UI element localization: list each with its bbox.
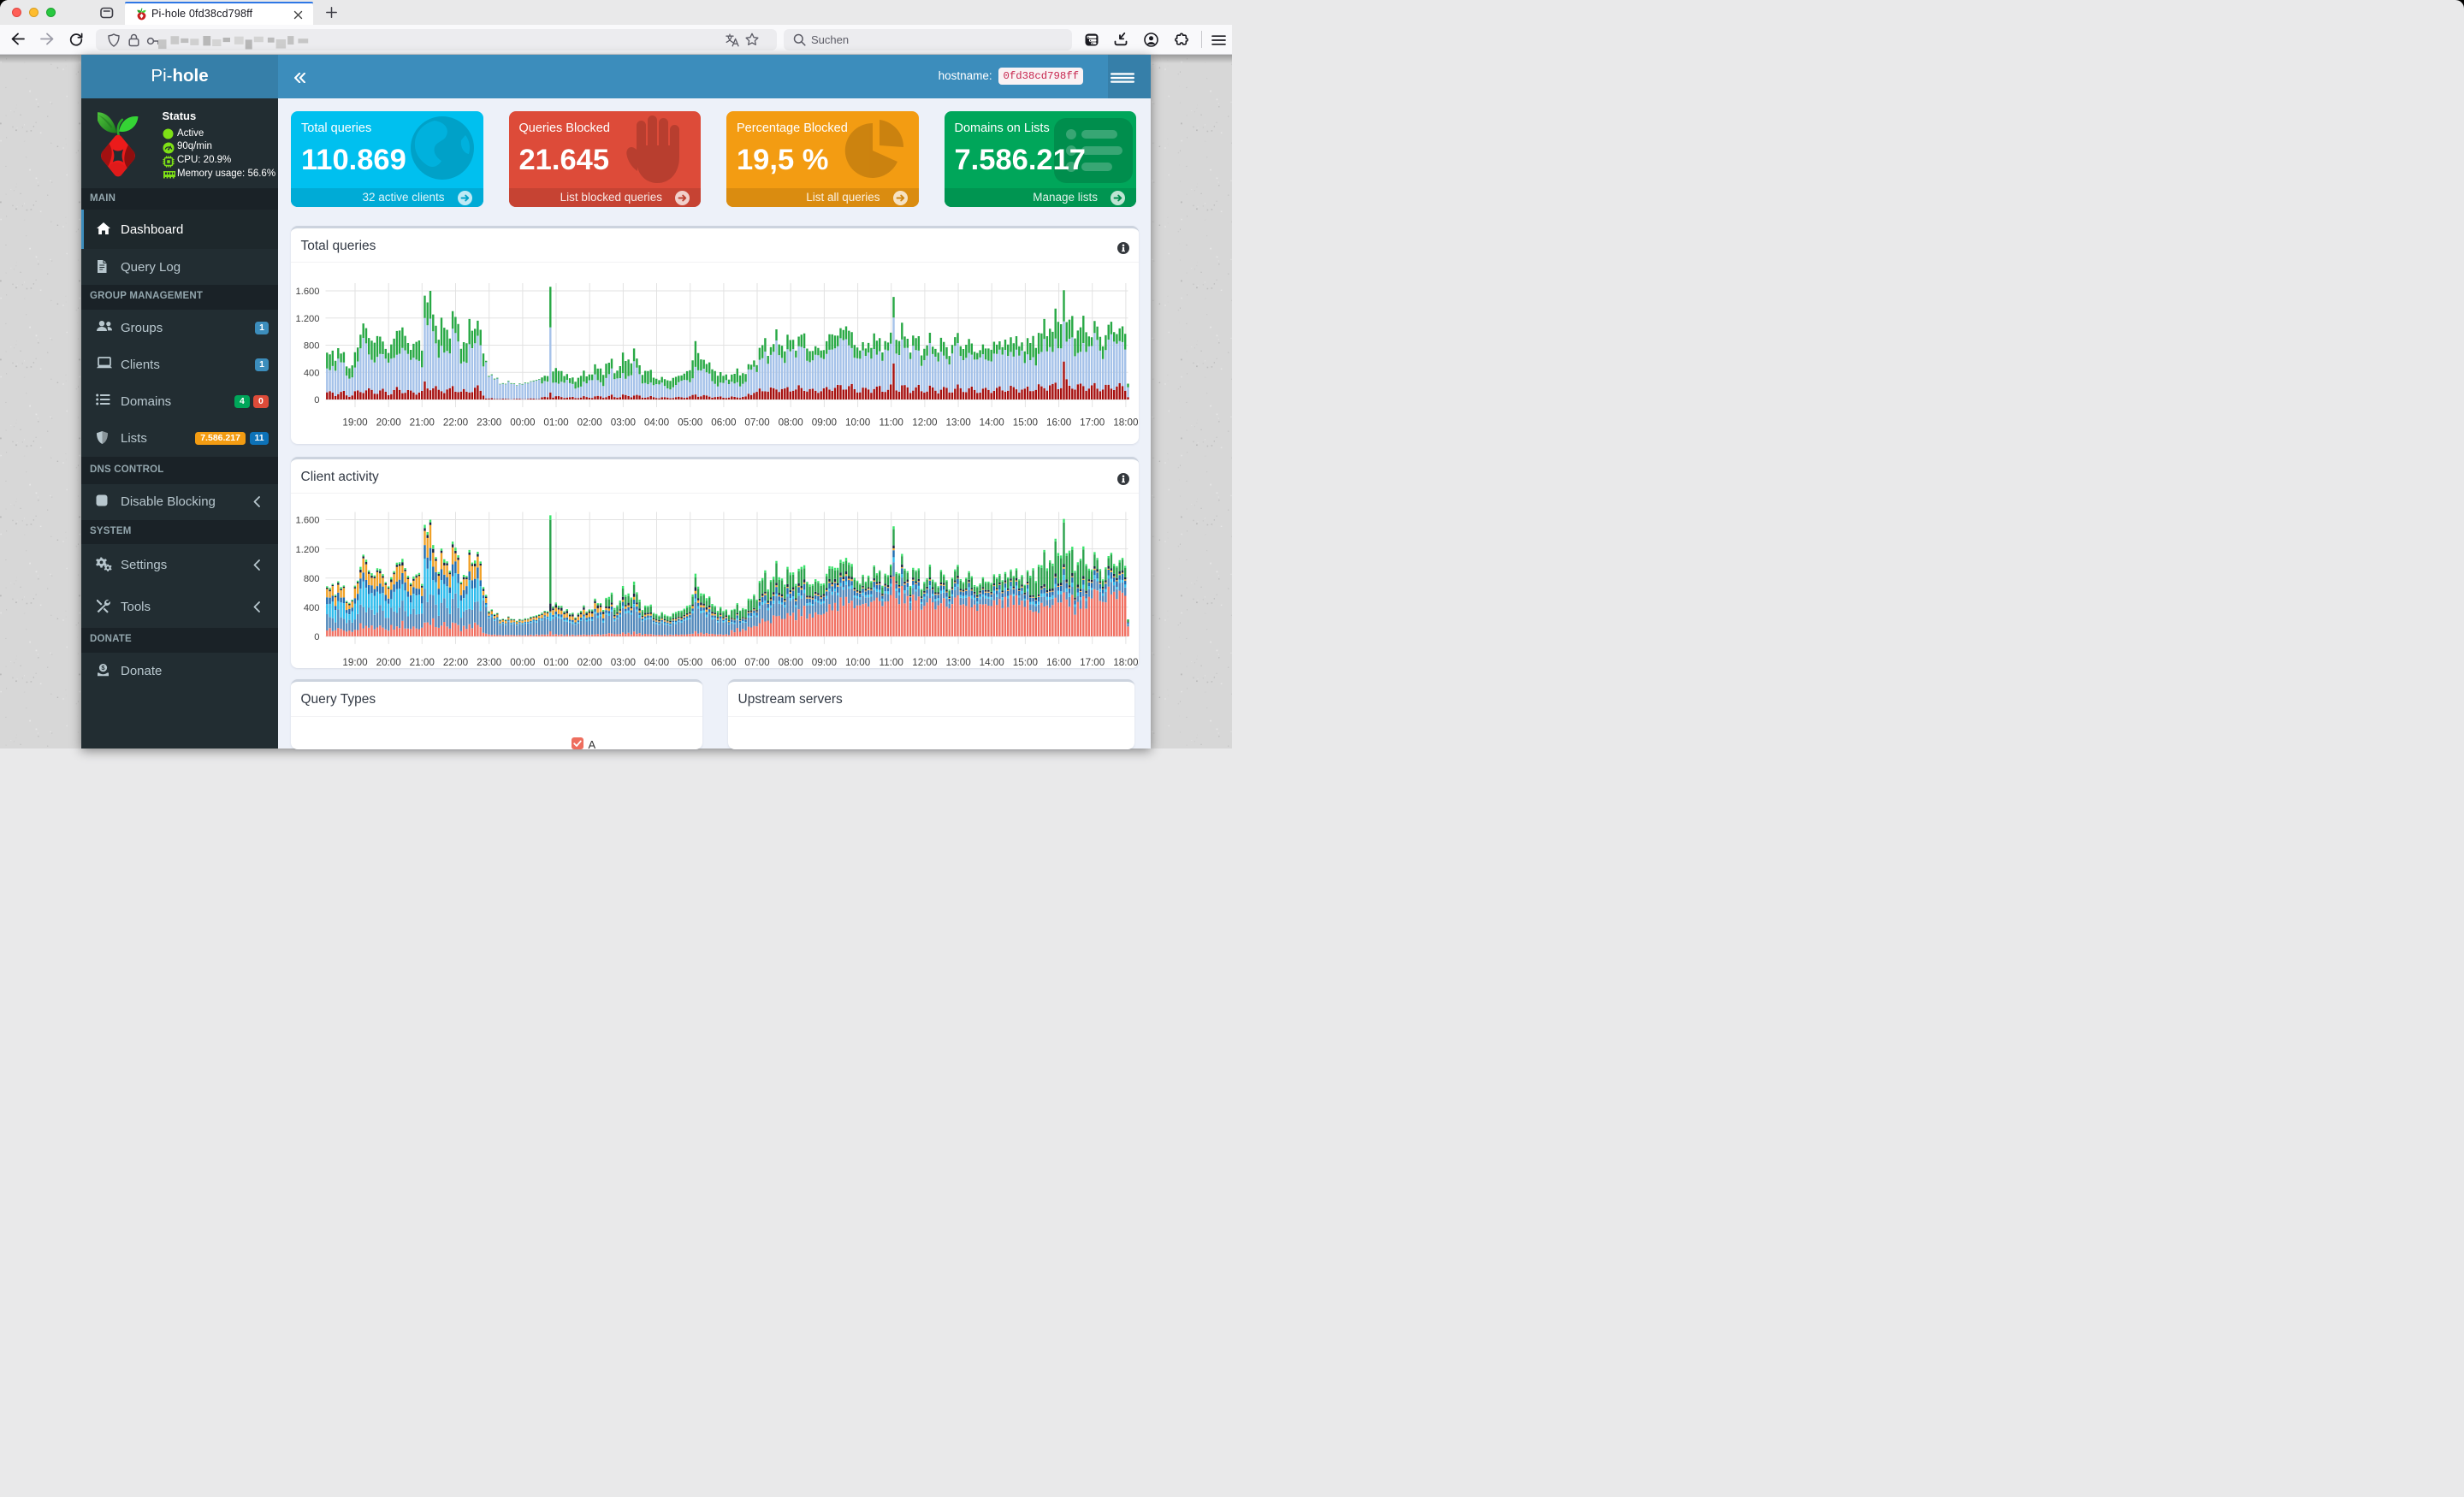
svg-text:04:00: 04:00 (644, 417, 670, 428)
svg-text:02:00: 02:00 (578, 417, 603, 428)
svg-text:20:00: 20:00 (376, 657, 402, 668)
svg-text:22:00: 22:00 (443, 657, 469, 668)
svg-text:06:00: 06:00 (711, 657, 737, 668)
svg-text:14:00: 14:00 (980, 417, 1005, 428)
svg-text:23:00: 23:00 (477, 417, 502, 428)
svg-text:00:00: 00:00 (510, 657, 536, 668)
svg-text:11:00: 11:00 (880, 417, 904, 428)
svg-text:15:00: 15:00 (1013, 417, 1039, 428)
svg-text:03:00: 03:00 (611, 657, 637, 668)
svg-text:03:00: 03:00 (611, 417, 637, 428)
svg-text:10:00: 10:00 (845, 417, 871, 428)
svg-text:05:00: 05:00 (678, 657, 703, 668)
svg-text:06:00: 06:00 (711, 417, 737, 428)
svg-text:01:00: 01:00 (543, 657, 569, 668)
svg-text:14:00: 14:00 (980, 657, 1005, 668)
svg-text:04:00: 04:00 (644, 657, 670, 668)
svg-text:18:00: 18:00 (1113, 657, 1138, 668)
svg-text:21:00: 21:00 (410, 417, 435, 428)
svg-text:12:00: 12:00 (912, 417, 938, 428)
svg-text:21:00: 21:00 (410, 657, 435, 668)
svg-text:07:00: 07:00 (744, 417, 770, 428)
svg-text:16:00: 16:00 (1046, 417, 1072, 428)
svg-text:23:00: 23:00 (477, 657, 502, 668)
svg-text:11:00: 11:00 (880, 657, 904, 668)
svg-text:15:00: 15:00 (1013, 657, 1039, 668)
svg-text:22:00: 22:00 (443, 417, 469, 428)
svg-text:07:00: 07:00 (744, 657, 770, 668)
svg-text:19:00: 19:00 (342, 417, 368, 428)
svg-text:400: 400 (304, 603, 320, 613)
svg-text:1.200: 1.200 (296, 544, 320, 554)
svg-text:17:00: 17:00 (1080, 417, 1105, 428)
svg-text:13:00: 13:00 (945, 657, 971, 668)
svg-text:10:00: 10:00 (845, 657, 871, 668)
svg-text:1.600: 1.600 (296, 287, 320, 297)
svg-text:18:00: 18:00 (1113, 417, 1138, 428)
svg-text:09:00: 09:00 (812, 417, 838, 428)
svg-text:17:00: 17:00 (1080, 657, 1105, 668)
svg-text:1.200: 1.200 (296, 313, 320, 323)
svg-text:0: 0 (314, 395, 319, 405)
svg-text:02:00: 02:00 (578, 657, 603, 668)
svg-text:05:00: 05:00 (678, 417, 703, 428)
svg-text:08:00: 08:00 (779, 417, 804, 428)
svg-text:09:00: 09:00 (812, 657, 838, 668)
svg-text:1.600: 1.600 (296, 515, 320, 525)
svg-text:0: 0 (314, 632, 319, 642)
svg-text:08:00: 08:00 (779, 657, 804, 668)
svg-text:400: 400 (304, 368, 320, 378)
svg-text:16:00: 16:00 (1046, 657, 1072, 668)
svg-text:01:00: 01:00 (543, 417, 569, 428)
svg-text:00:00: 00:00 (510, 417, 536, 428)
svg-text:13:00: 13:00 (945, 417, 971, 428)
svg-text:12:00: 12:00 (912, 657, 938, 668)
svg-text:800: 800 (304, 573, 320, 583)
svg-text:20:00: 20:00 (376, 417, 402, 428)
svg-text:800: 800 (304, 340, 320, 351)
svg-text:19:00: 19:00 (342, 657, 368, 668)
